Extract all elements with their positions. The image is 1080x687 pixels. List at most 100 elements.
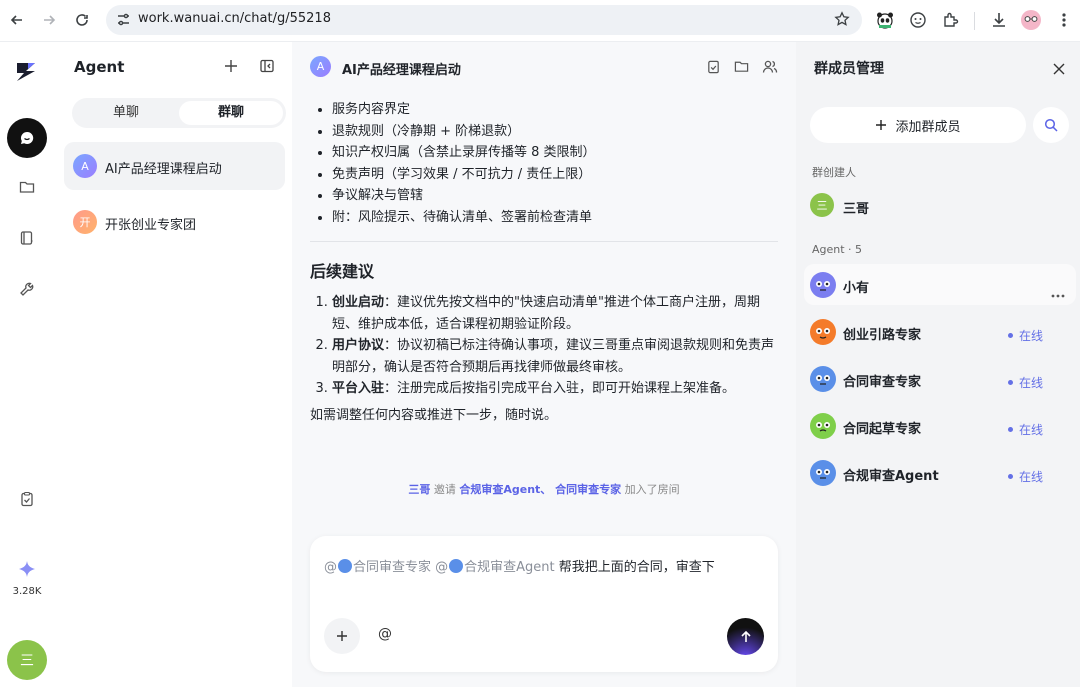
bookmark-star-icon[interactable] [834,11,850,31]
tools-wrench-icon[interactable] [19,281,35,301]
list-item: 创业启动：建议优先按文档中的"快速启动清单"推进个体工商户注册，周期短、维护成本… [332,292,780,335]
divider [310,241,778,242]
list-item-name: AI产品经理课程启动 [105,162,222,177]
creator-name[interactable]: 三哥 [843,198,869,217]
add-member-button[interactable]: 添加群成员 [810,107,1026,143]
tab-single-chat[interactable]: 单聊 [76,101,176,125]
agent-face-icon [810,272,836,298]
mention-name: 合规审查Agent [464,560,555,575]
credits-count: 3.28K [12,586,42,597]
composer-text[interactable]: @ 合同审查专家 @ 合规审查Agent 帮我把上面的合同，审查下 [324,556,715,575]
inviter-name[interactable]: 三哥 [408,483,430,496]
task-list-icon[interactable] [706,59,721,78]
send-button[interactable] [727,618,764,655]
forward-icon[interactable] [37,8,61,32]
status-badge: 在线 [1008,421,1043,438]
back-icon[interactable] [5,8,29,32]
plus-icon [337,631,347,641]
list-item[interactable]: 开 开张创业专家团 [64,198,285,246]
site-settings-icon[interactable] [116,12,131,31]
creator-avatar: 三 [810,193,834,217]
status-badge: 在线 [1008,327,1043,344]
user-avatar[interactable]: 三 [7,640,47,680]
add-member-label: 添加群成员 [895,119,961,135]
knowledge-book-icon[interactable] [19,230,35,250]
agent-section-label: Agent · 5 [812,243,863,256]
chat-type-tabs: 单聊 群聊 [72,98,286,128]
system-notice: 三哥 邀请 合规审查Agent、 合同审查专家 加入了房间 [292,481,796,497]
collapse-panel-icon[interactable] [259,58,275,78]
item-label: 用户协议 [332,338,385,354]
list-item: 服务内容界定 [332,99,772,121]
list-item: 退款规则（冷静期 + 阶梯退款） [332,121,772,143]
agent-name[interactable]: 合规审查Agent [843,465,939,484]
agent-face-icon [810,460,836,486]
status-badge: 在线 [1008,468,1043,485]
chat-area: A AI产品经理课程启动 服务内容界定 退款规则（冷静期 + 阶梯退款） 知识产… [292,42,796,687]
notice-suffix: 加入了房间 [624,483,680,496]
sparkle-credits-icon[interactable] [18,560,36,582]
mention-name: 合同审查专家 [353,560,432,575]
agent-face-icon [810,319,836,345]
agent-face-icon [338,559,352,573]
agent-name[interactable]: 合同起草专家 [843,418,921,437]
chat-header-avatar: A [310,56,331,77]
message-composer[interactable]: @ 合同审查专家 @ 合规审查Agent 帮我把上面的合同，审查下 @ [310,536,778,672]
app-logo[interactable] [14,59,40,89]
group-avatar: 开 [73,210,97,234]
agent-face-icon [449,559,464,573]
browser-toolbar: work.wanuai.cn/chat/g/55218 [0,0,1080,42]
item-text: ：建议优先按文档中的"快速启动清单"推进个体工商户注册，周期短、维护成本低，适合… [332,295,760,332]
bot-extension-icon[interactable] [906,8,930,32]
browser-menu-icon[interactable] [1052,8,1076,32]
nav-chat-button[interactable] [7,118,47,158]
folder-icon[interactable] [19,179,35,199]
invitee-names[interactable]: 合规审查Agent、 合同审查专家 [459,483,621,496]
conversation-list-panel: Agent 单聊 群聊 A AI产品经理课程启动 开 开张创业专家团 [54,42,292,687]
files-folder-icon[interactable] [734,59,749,78]
item-text: ：协议初稿已标注待确认事项，建议三哥重点审阅退款规则和免责声明部分，确认是否符合… [332,338,775,375]
panel-title: Agent [74,58,125,76]
chat-title: AI产品经理课程启动 [342,63,461,78]
member-management-panel: 群成员管理 添加群成员 群创建人 三 三哥 Agent · 5 [796,42,1080,687]
more-options-icon[interactable] [1051,283,1065,302]
section-title: 后续建议 [310,262,375,281]
agent-name[interactable]: 合同审查专家 [843,371,921,390]
plus-icon [876,120,887,130]
list-item: 用户协议：协议初稿已标注待确认事项，建议三哥重点审阅退款规则和免责声明部分，确认… [332,335,780,378]
list-item: 争议解决与管辖 [332,185,772,207]
attach-plus-button[interactable] [324,618,360,654]
group-avatar: A [73,154,97,178]
panel-title: 群成员管理 [814,61,884,77]
search-member-button[interactable] [1033,107,1069,143]
download-icon[interactable] [987,8,1011,32]
new-chat-plus-icon[interactable] [223,58,239,78]
task-clipboard-icon[interactable] [19,491,35,511]
suggestion-list: 创业启动：建议优先按文档中的"快速启动清单"推进个体工商户注册，周期短、维护成本… [332,292,780,400]
creator-section-label: 群创建人 [812,166,856,179]
extensions-puzzle-icon[interactable] [939,8,963,32]
agent-face-icon [810,366,836,392]
agent-name[interactable]: 创业引路专家 [843,324,921,343]
panda-extension-icon[interactable] [873,8,897,32]
members-icon[interactable] [762,59,778,78]
list-item[interactable]: A AI产品经理课程启动 [64,142,285,190]
mention-at: @ [324,560,337,575]
close-icon[interactable] [1053,60,1065,79]
mention-button[interactable]: @ [378,626,392,642]
composer-message: 帮我把上面的合同，审查下 [558,560,715,575]
item-text: ：注册完成后按指引完成平台入驻，即可开始课程上架准备。 [384,381,736,397]
list-item: 知识产权归属（含禁止录屏传播等 8 类限制） [332,142,772,164]
item-label: 创业启动 [332,295,385,310]
mention-at: @ [435,560,449,575]
reload-icon[interactable] [70,8,94,32]
list-item: 平台入驻：注册完成后按指引完成平台入驻，即可开始课程上架准备。 [332,378,780,400]
agent-face-icon [810,413,836,439]
profile-avatar-icon[interactable] [1019,8,1043,32]
closing-text: 如需调整任何内容或推进下一步，随时说。 [310,408,558,423]
status-badge: 在线 [1008,374,1043,391]
tab-group-chat[interactable]: 群聊 [179,101,283,125]
list-item: 附：风险提示、待确认清单、签署前检查清单 [332,207,772,229]
address-bar[interactable]: work.wanuai.cn/chat/g/55218 [106,5,862,35]
agent-name[interactable]: 小有 [843,277,869,296]
